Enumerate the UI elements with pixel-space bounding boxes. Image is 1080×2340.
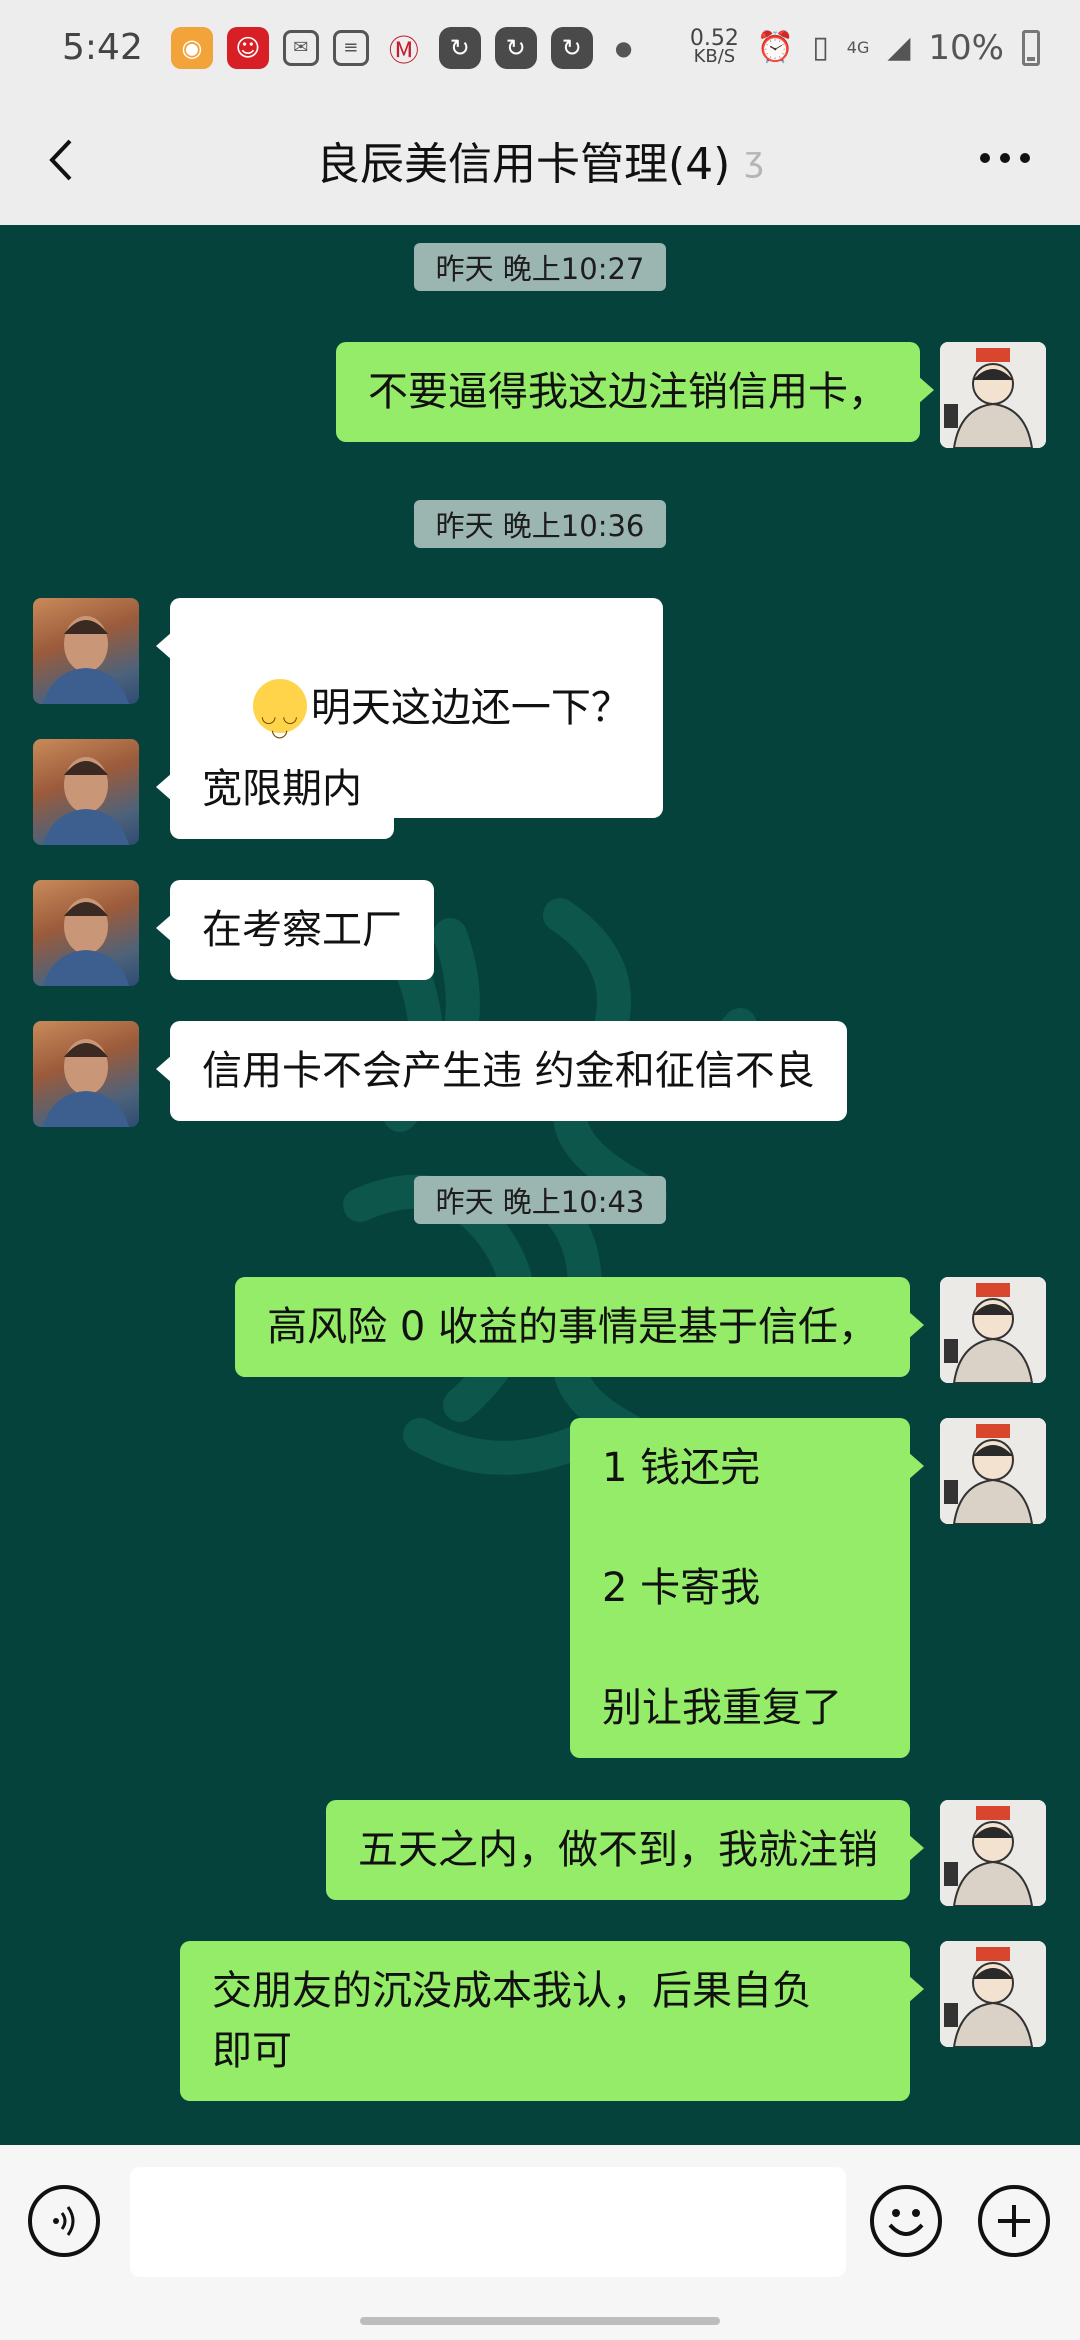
status-time: 5:42 bbox=[62, 27, 143, 68]
document-icon: ≡ bbox=[332, 29, 369, 66]
avatar[interactable] bbox=[940, 342, 1046, 448]
chat-header: 良辰美信用卡管理(4) ʒ bbox=[0, 95, 1080, 225]
refresh-icon: ↻ bbox=[494, 26, 537, 69]
emoji-button[interactable] bbox=[870, 2185, 942, 2257]
avatar[interactable] bbox=[940, 1418, 1046, 1524]
more-button[interactable] bbox=[980, 143, 1040, 173]
message-bubble-received[interactable]: 宽限期内 bbox=[156, 739, 394, 839]
chat-title: 良辰美信用卡管理(4) ʒ bbox=[316, 128, 764, 192]
plus-icon bbox=[998, 2205, 1030, 2237]
message-bubble-sent[interactable]: 交朋友的沉没成本我认，后果自负 即可 bbox=[180, 1941, 924, 2101]
cartoon-avatar-icon bbox=[940, 1277, 1046, 1383]
mail-icon: ✉ bbox=[282, 29, 319, 66]
message-bubble-sent[interactable]: 五天之内，做不到，我就注销 bbox=[326, 1800, 924, 1900]
app-red-icon: ☺ bbox=[226, 26, 269, 69]
photo-avatar-icon bbox=[43, 616, 129, 704]
bank-icon: Ⓜ bbox=[388, 33, 419, 69]
back-button[interactable] bbox=[38, 135, 88, 185]
cartoon-avatar-icon bbox=[940, 1800, 1046, 1906]
battery-icon bbox=[1022, 29, 1040, 66]
message-bubble-sent[interactable]: 不要逼得我这边注销信用卡， bbox=[336, 342, 934, 442]
weibo-icon: ◉ bbox=[170, 26, 213, 69]
notification-icons: ◉ ☺ ✉ ≡ Ⓜ ↻ ↻ ↻ ● bbox=[170, 26, 640, 69]
avatar[interactable] bbox=[33, 739, 139, 845]
input-bar bbox=[0, 2145, 1080, 2340]
message-input[interactable] bbox=[130, 2167, 846, 2277]
more-icon bbox=[980, 153, 990, 163]
avatar[interactable] bbox=[940, 1800, 1046, 1906]
network-type: 4G bbox=[846, 38, 870, 57]
cartoon-avatar-icon bbox=[940, 342, 1046, 448]
signal-icon: ◢ bbox=[887, 30, 911, 65]
group-name: 良辰美信用卡管理(4) bbox=[316, 139, 731, 190]
message-bubble-received[interactable]: 在考察工厂 bbox=[156, 880, 434, 980]
avatar[interactable] bbox=[33, 880, 139, 986]
avatar[interactable] bbox=[33, 1021, 139, 1127]
emoji-icon bbox=[888, 2209, 924, 2236]
battery-percent: 10% bbox=[928, 27, 1004, 68]
timestamp: 昨天 晚上10:43 bbox=[414, 1176, 666, 1224]
alarm-icon: ⏰ bbox=[756, 30, 795, 65]
cartoon-avatar-icon bbox=[940, 1418, 1046, 1524]
more-notifications-dot: ● bbox=[614, 35, 633, 60]
back-icon bbox=[49, 139, 72, 181]
photo-avatar-icon bbox=[43, 1039, 129, 1127]
voice-button[interactable] bbox=[28, 2185, 100, 2257]
photo-avatar-icon bbox=[43, 757, 129, 845]
status-bar: 5:42 ◉ ☺ ✉ ≡ Ⓜ ↻ ↻ ↻ ● 0.52 KB/S ⏰ ▯ 4G … bbox=[0, 0, 1080, 95]
avatar[interactable] bbox=[940, 1277, 1046, 1383]
smile-emoji-icon bbox=[252, 679, 307, 759]
refresh-icon: ↻ bbox=[438, 26, 481, 69]
avatar[interactable] bbox=[33, 598, 139, 704]
network-speed: 0.52 KB/S bbox=[689, 25, 739, 67]
home-indicator[interactable] bbox=[360, 2317, 720, 2325]
timestamp: 昨天 晚上10:36 bbox=[414, 500, 666, 548]
photo-avatar-icon bbox=[43, 898, 129, 986]
cartoon-avatar-icon bbox=[940, 1941, 1046, 2047]
message-bubble-received[interactable]: 信用卡不会产生违 约金和征信不良 bbox=[156, 1021, 847, 1121]
message-list[interactable]: 昨天 晚上10:27 不要逼得我这边注销信用卡， 昨天 晚上10:36 明天这边… bbox=[0, 225, 1080, 2145]
message-bubble-sent[interactable]: 高风险 0 收益的事情是基于信任， bbox=[235, 1277, 924, 1377]
refresh-icon: ↻ bbox=[550, 26, 593, 69]
avatar[interactable] bbox=[940, 1941, 1046, 2047]
vibrate-icon: ▯ bbox=[812, 30, 829, 65]
more-actions-button[interactable] bbox=[978, 2185, 1050, 2257]
voice-icon bbox=[53, 2206, 75, 2236]
ear-icon: ʒ bbox=[744, 140, 764, 180]
timestamp: 昨天 晚上10:27 bbox=[414, 243, 666, 291]
message-bubble-sent[interactable]: 1 钱还完 2 卡寄我 别让我重复了 bbox=[570, 1418, 924, 1758]
status-right: 0.52 KB/S ⏰ ▯ 4G ◢ 10% bbox=[689, 25, 1040, 68]
